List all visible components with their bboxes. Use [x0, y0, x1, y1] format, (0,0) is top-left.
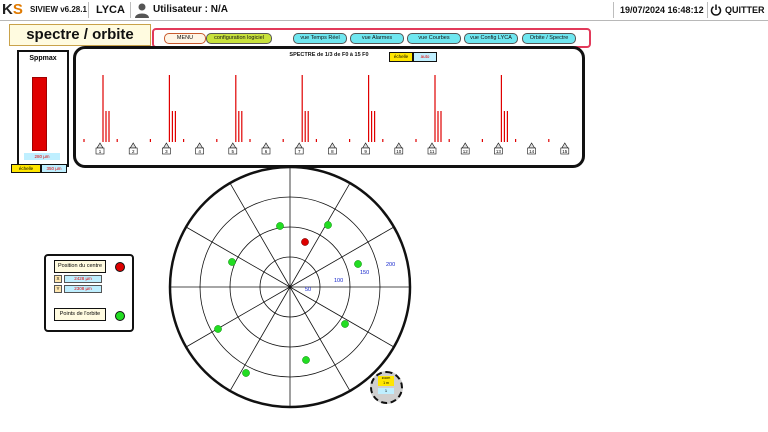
polar-spoke	[185, 286, 291, 348]
orbit-point	[242, 369, 250, 377]
orbit-legend: Position du centre X 2428 µm Y 2308 µm P…	[44, 254, 134, 332]
orbit-point	[214, 325, 222, 333]
orbit-point	[324, 221, 332, 229]
polar-spoke	[229, 286, 291, 392]
x-key: X	[54, 275, 62, 283]
orbit-point	[354, 260, 362, 268]
polar-spoke	[229, 182, 291, 288]
polar-ring-label: 50	[305, 287, 311, 293]
orbit-point	[341, 320, 349, 328]
zoom-extra: 1	[378, 388, 394, 394]
y-value: 2308 µm	[64, 285, 102, 293]
orbit-polar-plot: 50 100 150 200	[168, 165, 412, 409]
zoom-control[interactable]: zoom 1 m 1	[370, 371, 403, 404]
orbit-point-marker-icon	[115, 311, 125, 321]
zoom-value: 1 m	[378, 381, 394, 386]
orbit-point	[302, 356, 310, 364]
position-centre-button[interactable]: Position du centre	[54, 260, 106, 273]
polar-spoke	[185, 226, 291, 288]
orbit-point	[228, 258, 236, 266]
polar-spoke	[289, 286, 395, 348]
polar-spoke	[289, 182, 351, 288]
centre-marker-icon	[115, 262, 125, 272]
polar-ring-label: 150	[360, 270, 369, 276]
polar-ring-label: 200	[386, 262, 395, 268]
points-orbite-button[interactable]: Points de l'orbite	[54, 308, 106, 321]
y-key: Y	[54, 285, 62, 293]
polar-spoke	[289, 286, 351, 392]
orbit-centre-point	[301, 238, 309, 246]
polar-ring-label: 100	[334, 278, 343, 284]
x-value: 2428 µm	[64, 275, 102, 283]
orbit-point	[276, 222, 284, 230]
